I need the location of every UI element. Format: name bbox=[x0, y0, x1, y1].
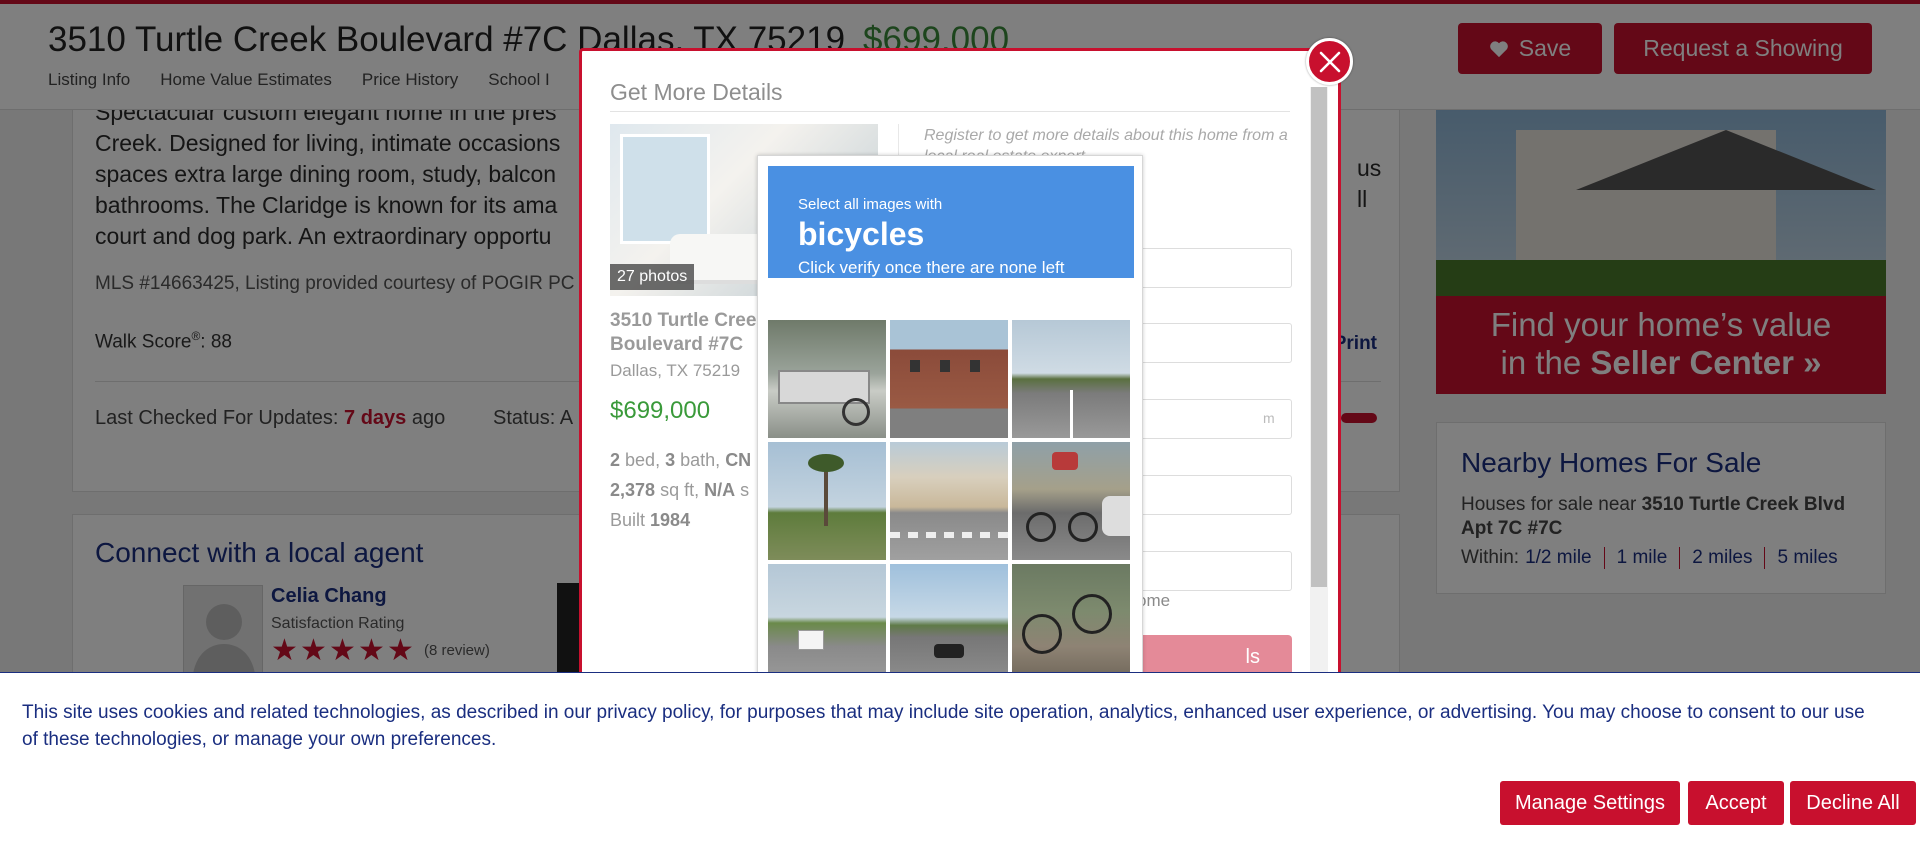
tile-red-car bbox=[1052, 452, 1078, 470]
photo-count-badge: 27 photos bbox=[610, 264, 695, 290]
modal-title: Get More Details bbox=[610, 79, 783, 105]
captcha-instruction: Select all images with bbox=[798, 196, 943, 213]
lot-size-value: N/A bbox=[704, 480, 736, 500]
baths-count: 3 bbox=[665, 450, 676, 470]
modal-city: Dallas, TX 75219 bbox=[610, 361, 741, 380]
beds-label: bed, bbox=[625, 450, 661, 470]
sqft-value: 2,378 bbox=[610, 480, 656, 500]
tile-lane-line bbox=[1070, 390, 1073, 438]
captcha-header: Select all images with bicycles Click ve… bbox=[768, 166, 1134, 278]
first-name-field[interactable] bbox=[1122, 248, 1292, 288]
tile-wheel bbox=[1022, 614, 1062, 654]
photo-window bbox=[620, 134, 710, 244]
tile-wheel bbox=[1068, 512, 1098, 542]
decline-all-button[interactable]: Decline All bbox=[1790, 781, 1916, 825]
tile-crosswalk bbox=[890, 532, 1008, 538]
tile-window bbox=[940, 360, 950, 372]
captcha-challenge: Select all images with bicycles Click ve… bbox=[757, 155, 1143, 715]
property-type: CN bbox=[725, 450, 752, 470]
captcha-target: bicycles bbox=[798, 216, 925, 252]
tile-window bbox=[970, 360, 980, 372]
accept-button[interactable]: Accept bbox=[1688, 781, 1784, 825]
last-name-field[interactable] bbox=[1122, 323, 1292, 363]
phone-field[interactable] bbox=[1122, 475, 1292, 515]
captcha-tile-cyclist[interactable] bbox=[1012, 442, 1130, 560]
tile-wheel bbox=[842, 398, 870, 426]
cookie-text: This site uses cookies and related techn… bbox=[22, 702, 1865, 750]
lot-size-label: s bbox=[740, 480, 750, 500]
tile-wheel bbox=[1072, 594, 1112, 634]
tile-car bbox=[934, 644, 964, 658]
built-label: Built bbox=[610, 510, 646, 530]
captcha-tile-ambulance[interactable] bbox=[768, 564, 886, 682]
tile-palm-trunk bbox=[824, 464, 828, 526]
email-placeholder-fragment: m bbox=[1263, 410, 1275, 426]
captcha-tile-palm-trees[interactable] bbox=[768, 442, 886, 560]
tile-palm-leaves bbox=[808, 454, 844, 472]
tile-ambulance-body bbox=[798, 630, 824, 650]
cookie-banner: This site uses cookies and related techn… bbox=[0, 672, 1920, 846]
modal-price: $699,000 bbox=[610, 397, 711, 424]
close-icon bbox=[1319, 51, 1341, 73]
captcha-tile-bike-share-station[interactable] bbox=[768, 320, 886, 438]
close-modal-button[interactable] bbox=[1306, 38, 1353, 85]
tile-wheel bbox=[1026, 512, 1056, 542]
captcha-tile-road-with-car[interactable] bbox=[890, 564, 1008, 682]
captcha-tile-highway[interactable] bbox=[1012, 320, 1130, 438]
email-field[interactable]: m bbox=[1122, 399, 1292, 439]
sqft-label: sq ft, bbox=[660, 480, 700, 500]
captcha-hint: Click verify once there are none left bbox=[798, 258, 1065, 277]
tile-car-edge bbox=[1102, 496, 1130, 536]
manage-settings-button[interactable]: Manage Settings bbox=[1500, 781, 1680, 825]
modal-divider bbox=[610, 111, 1290, 112]
captcha-tile-parked-bicycle[interactable] bbox=[1012, 564, 1130, 682]
modal-scrollbar-thumb[interactable] bbox=[1311, 87, 1327, 587]
captcha-tile-brick-building[interactable] bbox=[890, 320, 1008, 438]
message-field[interactable] bbox=[1122, 551, 1292, 591]
built-year: 1984 bbox=[650, 510, 691, 530]
captcha-tile-street-crossing[interactable] bbox=[890, 442, 1008, 560]
tile-window bbox=[910, 360, 920, 372]
beds-count: 2 bbox=[610, 450, 621, 470]
baths-label: bath, bbox=[680, 450, 721, 470]
